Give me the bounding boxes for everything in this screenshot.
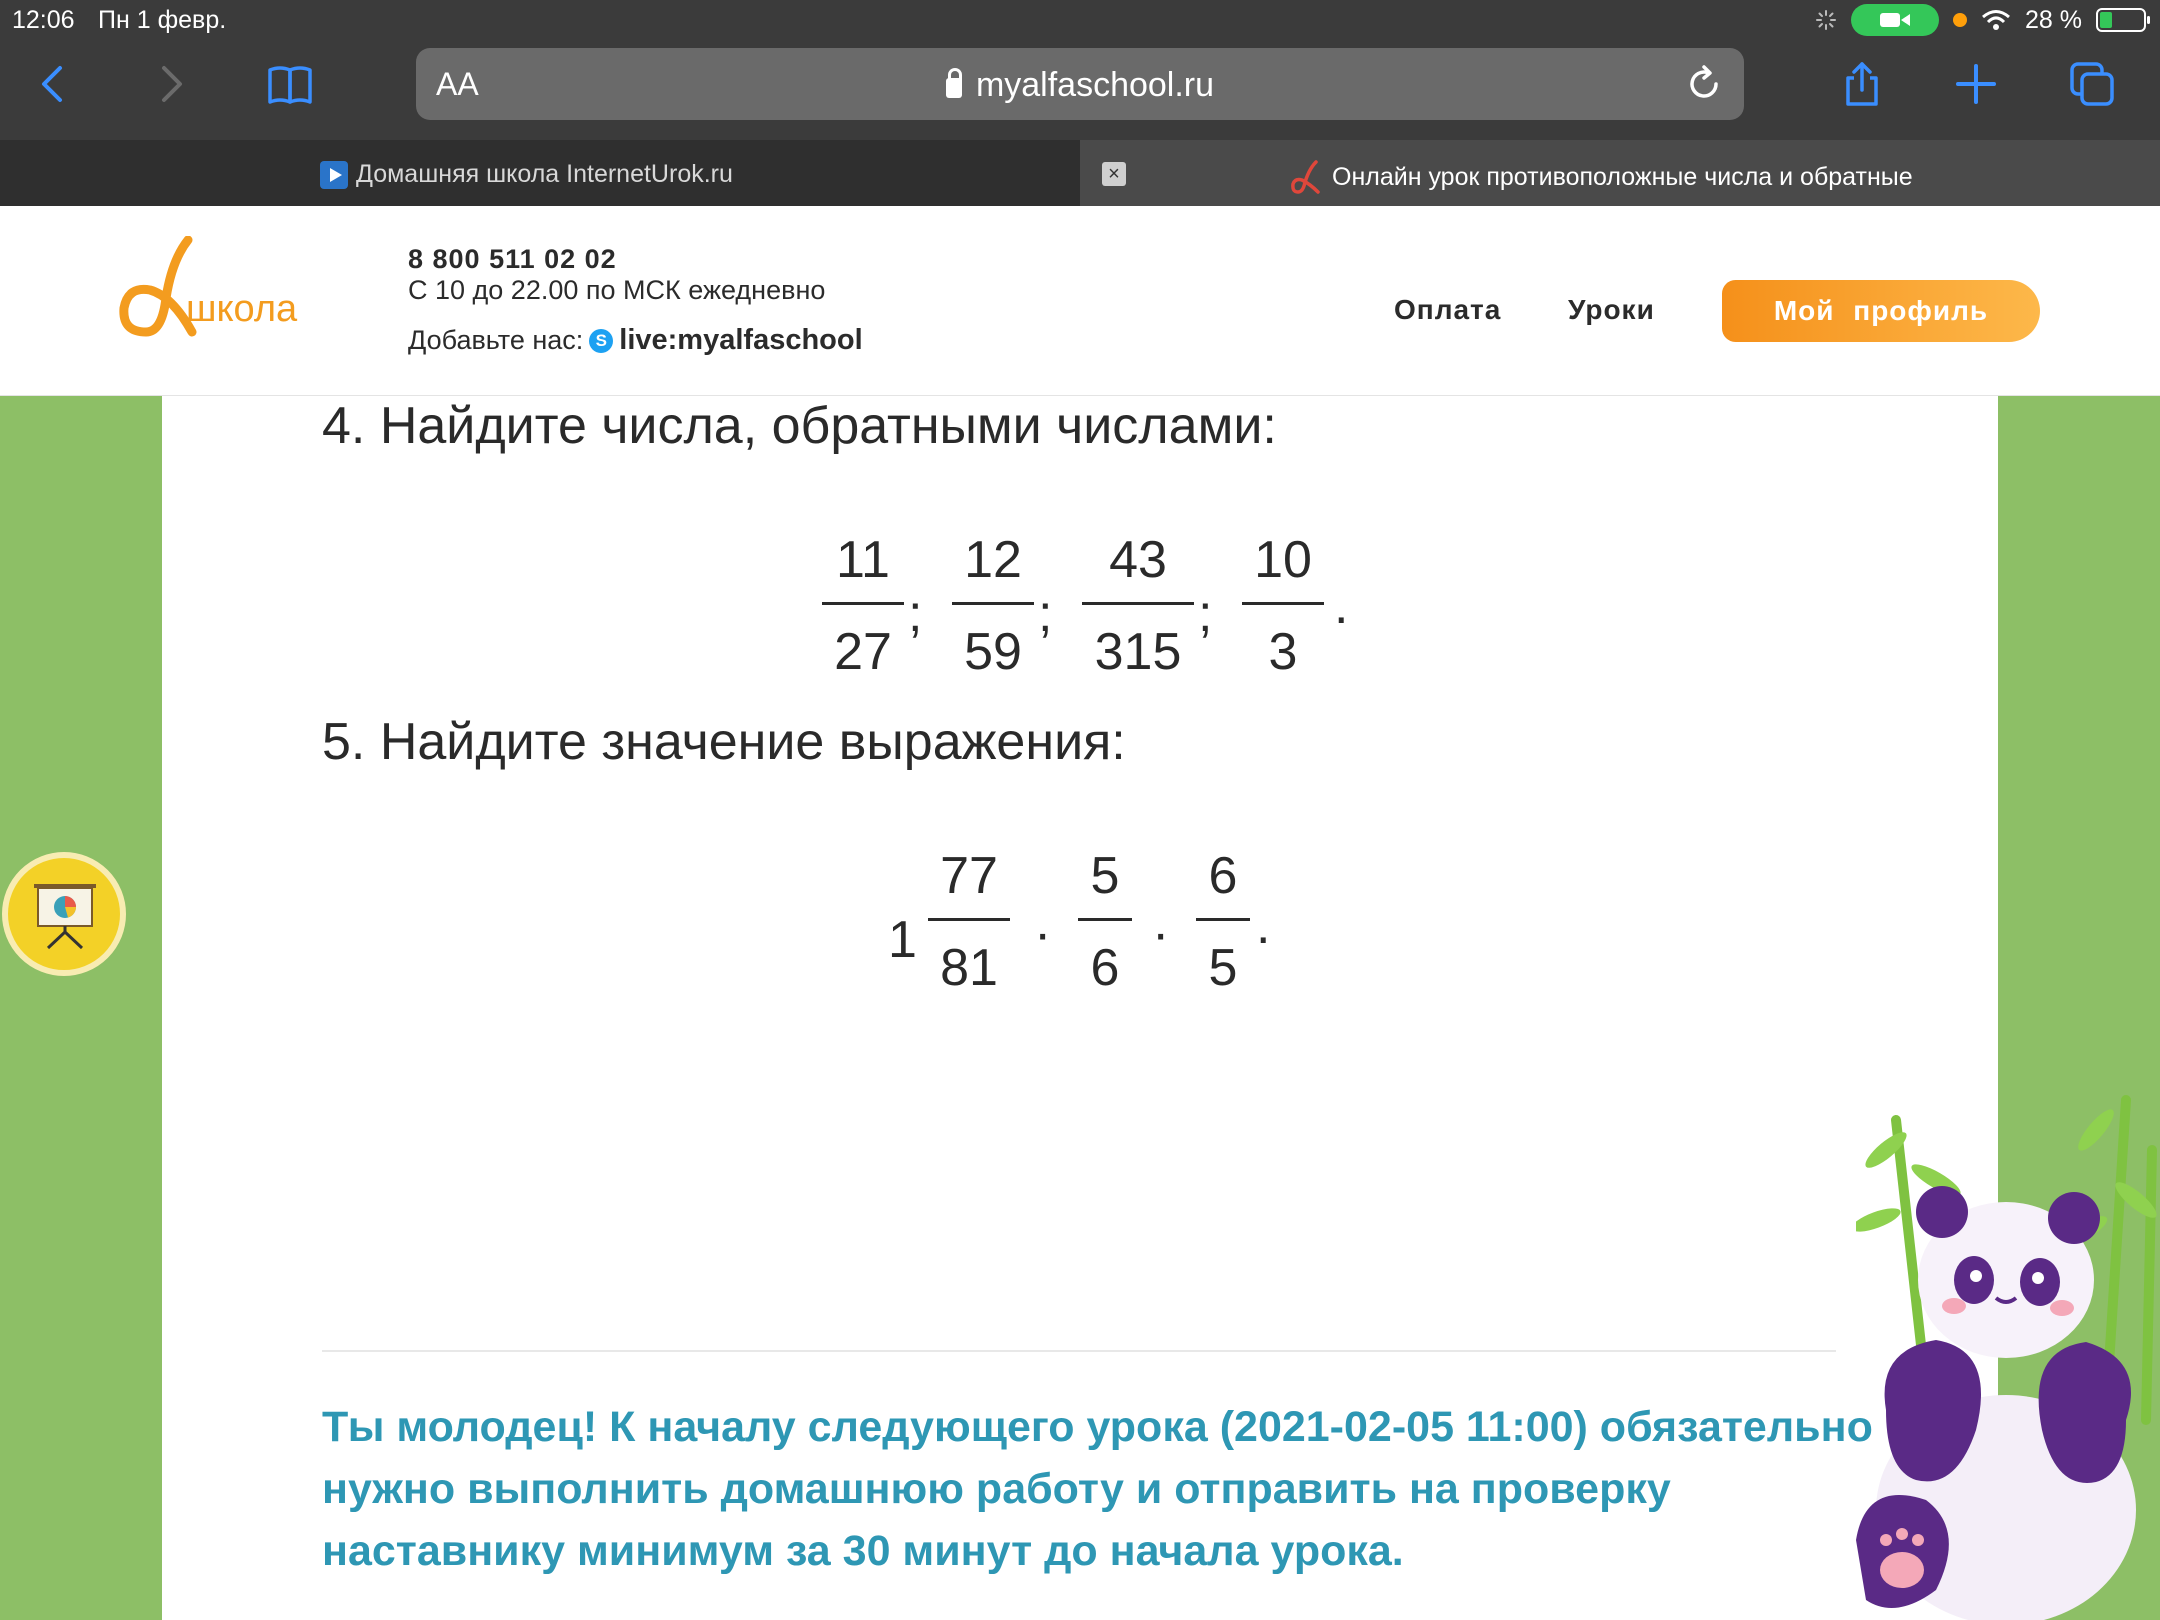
address-bar[interactable]: AA myalfaschool.ru — [416, 48, 1744, 120]
denominator: 3 — [1268, 623, 1298, 681]
separator: ; — [1038, 585, 1053, 643]
fraction-bar — [1242, 602, 1324, 605]
fraction-bar — [1196, 918, 1250, 921]
video-camera-icon — [1880, 13, 1911, 27]
back-button[interactable] — [28, 58, 80, 110]
share-button[interactable] — [1836, 58, 1888, 110]
numerator: 5 — [1090, 847, 1120, 905]
skype-id-link[interactable]: live:myalfaschool — [619, 324, 862, 357]
status-right: 28 % — [1815, 4, 2150, 36]
url-host: myalfaschool.ru — [975, 66, 1215, 104]
close-tab-icon[interactable]: × — [1102, 162, 1126, 186]
tab-internet-urok[interactable]: Домашняя школа InternetUrok.ru — [0, 140, 1080, 206]
tabs-overview-button[interactable] — [2066, 58, 2118, 110]
multiply-operator: · — [1152, 905, 1170, 963]
tab-alfaschool-active[interactable]: × Онлайн урок противоположные числа и об… — [1080, 140, 2160, 206]
end-dot: . — [1256, 897, 1271, 955]
numerator: 12 — [964, 531, 1022, 589]
end-dot: . — [1334, 577, 1349, 635]
section-divider — [322, 1350, 1836, 1352]
activity-icon — [1816, 10, 1837, 30]
fraction-bar — [1082, 602, 1194, 605]
task-4-title: 4. Найдите числа, обратными числами: — [322, 397, 1277, 455]
wifi-icon — [1982, 10, 2010, 30]
multiply-operator: · — [1034, 905, 1052, 963]
microphone-indicator-dot — [1953, 13, 1968, 27]
numerator: 6 — [1208, 847, 1238, 905]
denominator: 59 — [964, 623, 1022, 681]
numerator: 43 — [1109, 531, 1167, 589]
whole-part: 1 — [888, 911, 917, 969]
separator: ; — [908, 585, 923, 643]
denominator: 81 — [940, 939, 998, 997]
browser-chrome: 12:06 Пн 1 февр. 28 % AA myalfaschool.ru — [0, 0, 2160, 140]
phone-number[interactable]: 8 800 511 02 02 — [408, 244, 863, 275]
panda-mascot-illustration — [1856, 1095, 2157, 1620]
site-header: школа 8 800 511 02 02 С 10 до 22.00 по М… — [0, 206, 2160, 396]
battery-icon — [2096, 8, 2150, 32]
add-us-label: Добавьте нас: — [408, 325, 584, 355]
separator: ; — [1198, 585, 1213, 643]
denominator: 315 — [1094, 623, 1182, 681]
url-host-display[interactable]: myalfaschool.ru — [416, 66, 1744, 105]
alfaschool-favicon-icon — [1291, 160, 1320, 194]
bookmarks-button[interactable] — [264, 58, 316, 110]
forward-button[interactable] — [144, 58, 196, 110]
numerator: 10 — [1254, 531, 1312, 589]
status-date: Пн 1 февр. — [98, 6, 227, 34]
reload-icon[interactable] — [1684, 64, 1724, 104]
denominator: 6 — [1090, 939, 1120, 997]
skype-contact: Добавьте нас: S live:myalfaschool — [408, 324, 863, 357]
camera-in-use-indicator — [1851, 4, 1940, 36]
denominator: 27 — [834, 623, 892, 681]
status-bar: 12:06 Пн 1 февр. 28 % — [0, 0, 2160, 40]
numerator: 11 — [836, 531, 890, 589]
logo-text: школа — [186, 288, 298, 330]
task-5-title: 5. Найдите значение выражения: — [322, 713, 1126, 771]
numerator: 77 — [940, 847, 998, 905]
presentation-button[interactable] — [2, 852, 126, 976]
working-hours: С 10 до 22.00 по МСК ежедневно — [408, 275, 826, 305]
denominator: 5 — [1208, 939, 1238, 997]
fraction-bar — [952, 602, 1034, 605]
presentation-board-icon — [34, 884, 96, 950]
book-icon — [268, 66, 312, 104]
homework-reminder: Ты молодец! К началу следующего урока (2… — [322, 1403, 1873, 1575]
new-tab-button[interactable] — [1950, 58, 2002, 110]
skype-icon: S — [589, 328, 614, 353]
contacts-block: 8 800 511 02 02 С 10 до 22.00 по МСК еже… — [408, 244, 863, 357]
share-icon — [1846, 62, 1878, 106]
battery-percent: 28 % — [2025, 5, 2082, 34]
fraction-bar — [1078, 918, 1132, 921]
plus-icon — [1956, 64, 1996, 104]
menu-link-payment[interactable]: Оплата — [1394, 294, 1501, 326]
lock-icon — [945, 68, 962, 98]
tab-title: Онлайн урок противоположные числа и обра… — [1332, 162, 1913, 191]
fraction-bar — [928, 918, 1010, 921]
my-profile-button[interactable]: Мой профиль — [1722, 280, 2040, 342]
chevron-left-icon — [42, 66, 62, 102]
status-time: 12:06 — [12, 6, 75, 34]
chevron-right-icon — [162, 66, 182, 102]
lesson-content: 4. Найдите числа, обратными числами: 11 … — [162, 396, 1998, 1620]
internet-urok-favicon-icon — [320, 160, 348, 189]
tabs-icon — [2070, 62, 2114, 106]
fraction-bar — [822, 602, 904, 605]
tab-bar: Домашняя школа InternetUrok.ru × Онлайн … — [0, 140, 2160, 206]
menu-link-lessons[interactable]: Уроки — [1568, 294, 1655, 326]
tab-title: Домашняя школа InternetUrok.ru — [356, 160, 733, 188]
